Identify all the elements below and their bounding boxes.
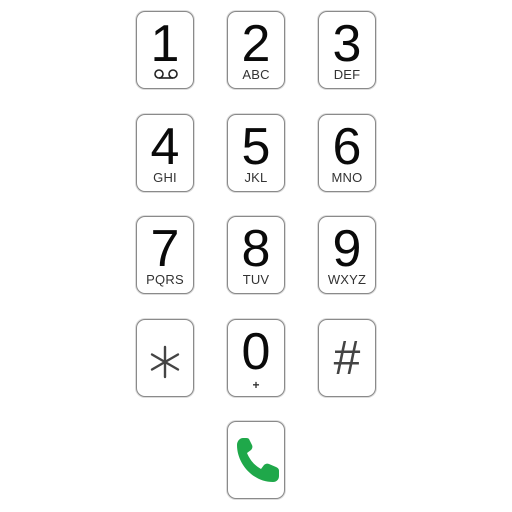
- phone-call-icon: [237, 438, 279, 482]
- key-0[interactable]: 0 +: [227, 319, 285, 397]
- key-star[interactable]: *: [136, 319, 194, 397]
- key-4[interactable]: 4 GHI: [136, 114, 194, 192]
- key-8-digit: 8: [241, 220, 271, 278]
- key-1[interactable]: 1: [136, 11, 194, 89]
- key-0-digit: 0: [241, 323, 271, 381]
- dial-keypad: 1 2 ABC 3 DEF 4 GHI 5 JKL 6 MNO 7 PQRS 8…: [0, 0, 512, 512]
- key-6-digit: 6: [332, 118, 362, 176]
- key-2[interactable]: 2 ABC: [227, 11, 285, 89]
- call-button[interactable]: [227, 421, 285, 499]
- key-2-digit: 2: [241, 15, 271, 73]
- key-5[interactable]: 5 JKL: [227, 114, 285, 192]
- key-4-digit: 4: [150, 118, 180, 176]
- key-8[interactable]: 8 TUV: [227, 216, 285, 294]
- key-3-letters: DEF: [333, 67, 361, 82]
- key-6[interactable]: 6 MNO: [318, 114, 376, 192]
- key-7[interactable]: 7 PQRS: [136, 216, 194, 294]
- key-9[interactable]: 9 WXYZ: [318, 216, 376, 294]
- key-2-letters: ABC: [242, 67, 270, 82]
- key-3-digit: 3: [332, 15, 362, 73]
- key-5-letters: JKL: [244, 170, 268, 185]
- key-hash-symbol: #: [333, 332, 361, 385]
- key-3[interactable]: 3 DEF: [318, 11, 376, 89]
- key-7-digit: 7: [150, 220, 180, 278]
- key-8-letters: TUV: [242, 272, 270, 287]
- key-9-digit: 9: [332, 220, 362, 278]
- key-4-letters: GHI: [153, 170, 177, 185]
- key-5-digit: 5: [241, 118, 271, 176]
- key-0-plus: +: [252, 378, 260, 392]
- key-9-letters: WXYZ: [327, 272, 367, 287]
- key-7-letters: PQRS: [146, 272, 184, 287]
- key-hash[interactable]: #: [318, 319, 376, 397]
- key-6-letters: MNO: [331, 170, 363, 185]
- key-1-digit: 1: [150, 15, 180, 73]
- voicemail-icon: [154, 69, 178, 79]
- asterisk-icon: [150, 345, 179, 378]
